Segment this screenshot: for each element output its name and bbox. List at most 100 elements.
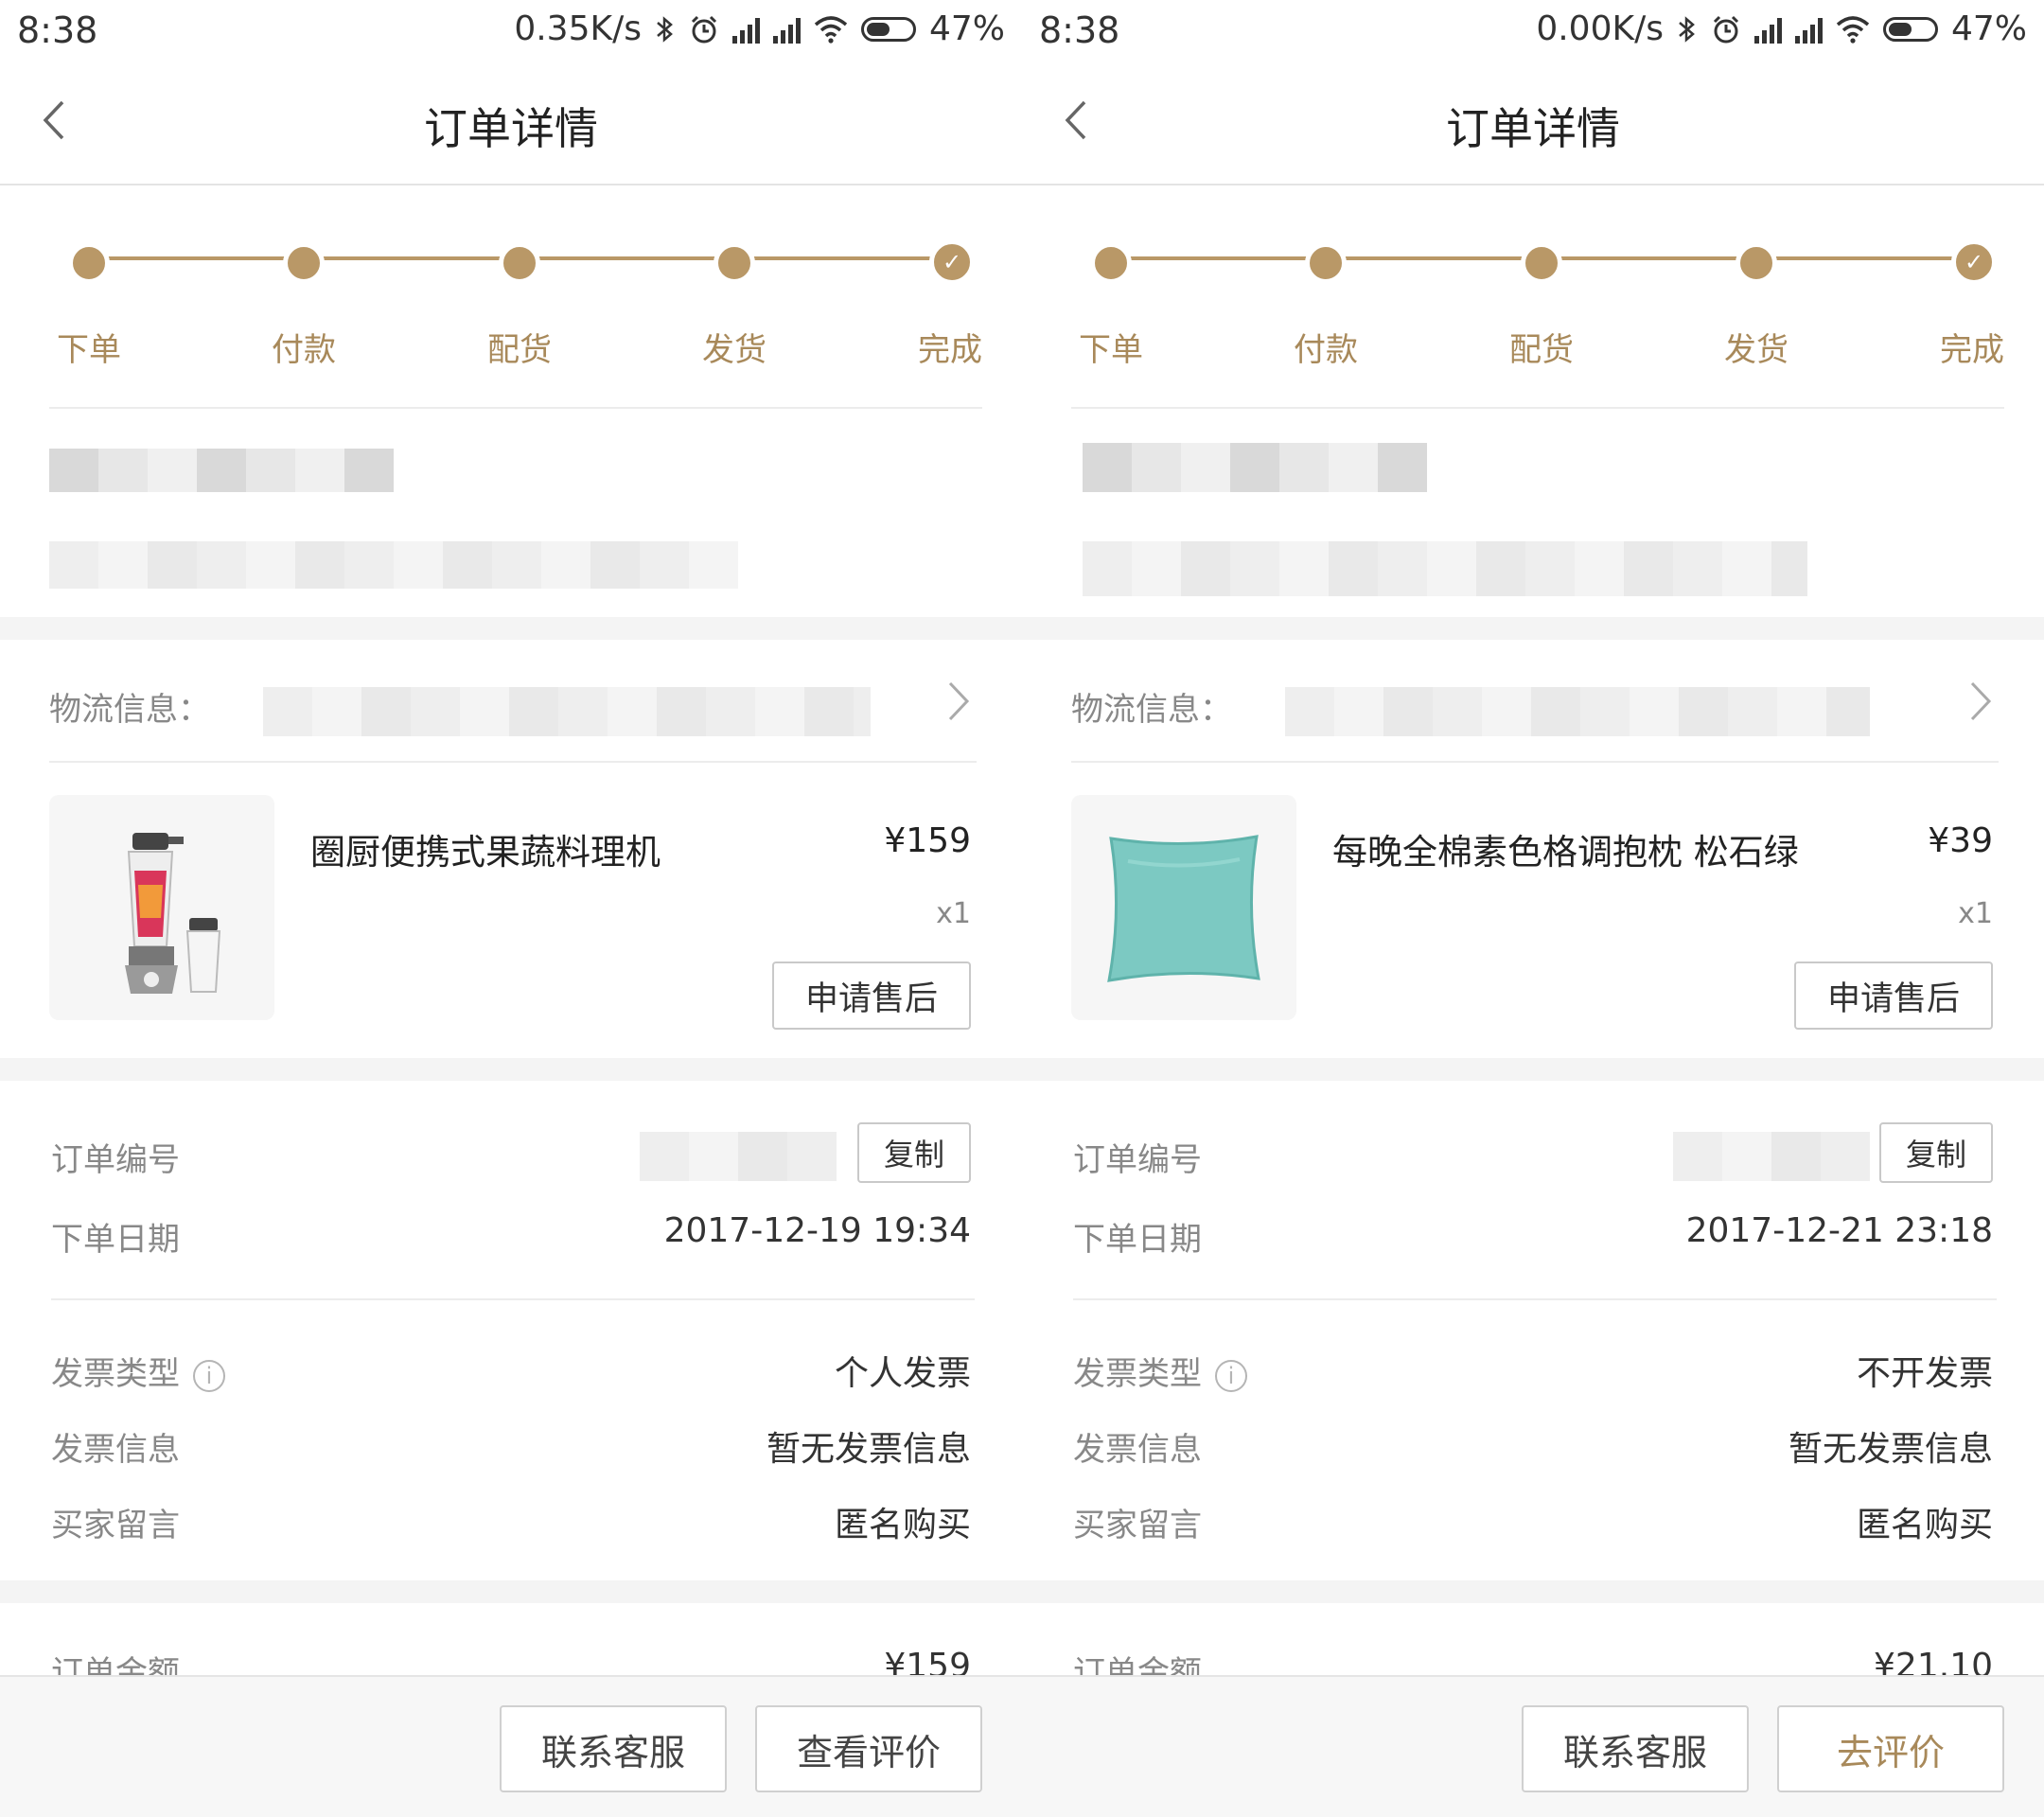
step-label-1: 下单 — [1079, 331, 1143, 369]
contact-service-button[interactable]: 联系客服 — [1522, 1705, 1749, 1792]
bottom-action-bar: 联系客服 查看评价 — [0, 1675, 1022, 1817]
bluetooth-icon — [1679, 15, 1695, 43]
order-date-label: 下单日期 — [1073, 1221, 1202, 1259]
step-label-2: 付款 — [272, 331, 336, 369]
battery-icon — [1882, 16, 1938, 42]
pillow-image[interactable] — [1071, 795, 1296, 1020]
info-icon[interactable]: i — [1215, 1359, 1247, 1392]
bluetooth-icon — [657, 15, 673, 43]
invoice-type-value: 不开发票 — [1856, 1354, 1993, 1393]
step-label-5: 完成 — [918, 331, 982, 369]
step-label-4: 发货 — [702, 331, 766, 369]
section-gap — [0, 1580, 1022, 1603]
divider — [1071, 761, 1999, 763]
status-time: 8:38 — [1039, 9, 1120, 51]
after-sale-button[interactable]: 申请售后 — [772, 961, 971, 1030]
invoice-type-label-row: 发票类型 i — [51, 1348, 225, 1394]
nav-header: 订单详情 — [0, 59, 1022, 185]
step-dot-2 — [283, 242, 325, 284]
order-date-label: 下单日期 — [51, 1221, 180, 1259]
alarm-icon — [1713, 15, 1739, 43]
network-speed: 0.00K/s — [1536, 9, 1664, 48]
step-label-5: 完成 — [1940, 331, 2004, 369]
copy-button[interactable]: 复制 — [1879, 1122, 1993, 1183]
order-number-label: 订单编号 — [51, 1141, 180, 1179]
product-price: ¥159 — [884, 821, 971, 860]
page-title: 订单详情 — [1446, 103, 1620, 154]
buyer-note-label: 买家留言 — [1073, 1507, 1202, 1544]
product-name[interactable]: 圈厨便携式果蔬料理机 — [310, 823, 661, 874]
check-icon: ✓ — [929, 239, 975, 285]
section-gap — [1022, 1058, 2044, 1081]
wifi-icon — [1836, 15, 1870, 44]
wifi-icon — [814, 15, 848, 44]
section-gap — [0, 1058, 1022, 1081]
alarm-icon — [691, 15, 717, 43]
product-qty: x1 — [1958, 897, 1993, 930]
bottom-action-bar: 联系客服 去评价 — [1022, 1675, 2044, 1817]
divider — [1071, 407, 2004, 409]
signal-icon — [731, 15, 760, 44]
logistics-label: 物流信息： — [49, 691, 210, 729]
order-number-blurred — [1673, 1132, 1870, 1181]
logistics-info-blurred[interactable] — [263, 687, 871, 736]
step-dot-3 — [499, 242, 540, 284]
section-gap — [1022, 617, 2044, 640]
invoice-info-label: 发票信息 — [1073, 1431, 1202, 1469]
order-progress: ✓ 下单 付款 配货 发货 完成 — [0, 184, 1022, 407]
status-time: 8:38 — [17, 9, 98, 51]
step-dot-4 — [1736, 242, 1777, 284]
step-label-3: 配货 — [487, 331, 552, 369]
check-icon: ✓ — [1951, 239, 1997, 285]
battery-icon — [860, 16, 916, 42]
status-bar: 8:38 0.35K/s 47% — [0, 0, 1022, 59]
invoice-type-value: 个人发票 — [834, 1354, 971, 1393]
network-speed: 0.35K/s — [514, 9, 642, 48]
logistics-label: 物流信息： — [1071, 691, 1232, 729]
invoice-info-value: 暂无发票信息 — [1788, 1430, 1993, 1469]
invoice-info-label: 发票信息 — [51, 1431, 180, 1469]
step-dot-2 — [1305, 242, 1347, 284]
order-progress: ✓ 下单 付款 配货 发货 完成 — [1022, 184, 2044, 407]
signal-icon-2 — [772, 15, 801, 44]
product-name[interactable]: 每晚全棉素色格调抱枕 松石绿 — [1332, 823, 1799, 874]
order-date-value: 2017-12-21 23:18 — [1685, 1211, 1993, 1250]
order-date-value: 2017-12-19 19:34 — [663, 1211, 971, 1250]
step-dot-3 — [1521, 242, 1562, 284]
step-dot-1 — [1090, 242, 1132, 284]
buyer-note-label: 买家留言 — [51, 1507, 180, 1544]
blender-image[interactable] — [49, 795, 274, 1020]
phone-screen-right: 8:38 0.00K/s 47% 订单详情 ✓ 下单 付款 配货 发货 完成 物… — [1022, 0, 2044, 1817]
page-title: 订单详情 — [424, 103, 598, 154]
logistics-info-blurred[interactable] — [1285, 687, 1870, 736]
invoice-type-label: 发票类型 — [51, 1355, 180, 1393]
step-label-3: 配货 — [1509, 331, 1574, 369]
divider — [49, 761, 977, 763]
after-sale-button[interactable]: 申请售后 — [1794, 961, 1993, 1030]
invoice-type-label-row: 发票类型 i — [1073, 1348, 1247, 1394]
info-icon[interactable]: i — [193, 1359, 225, 1392]
battery-percent: 47% — [1950, 9, 2027, 48]
contact-service-button[interactable]: 联系客服 — [500, 1705, 727, 1792]
step-label-4: 发货 — [1724, 331, 1788, 369]
step-label-1: 下单 — [57, 331, 121, 369]
write-review-button[interactable]: 去评价 — [1777, 1705, 2004, 1792]
chevron-right-icon[interactable] — [946, 679, 971, 723]
step-dot-4 — [714, 242, 755, 284]
order-number-label: 订单编号 — [1073, 1141, 1202, 1179]
divider — [49, 407, 982, 409]
invoice-info-value: 暂无发票信息 — [766, 1430, 971, 1469]
view-review-button[interactable]: 查看评价 — [755, 1705, 982, 1792]
buyer-note-value: 匿名购买 — [1856, 1506, 1993, 1544]
divider — [51, 1298, 975, 1300]
invoice-type-label: 发票类型 — [1073, 1355, 1202, 1393]
signal-icon — [1753, 15, 1782, 44]
order-number-blurred — [640, 1132, 837, 1181]
address-detail-blurred — [1083, 541, 1807, 596]
step-label-2: 付款 — [1294, 331, 1358, 369]
product-price: ¥39 — [1928, 821, 1993, 860]
chevron-right-icon[interactable] — [1968, 679, 1993, 723]
copy-button[interactable]: 复制 — [857, 1122, 971, 1183]
signal-icon-2 — [1794, 15, 1823, 44]
product-qty: x1 — [936, 897, 971, 930]
